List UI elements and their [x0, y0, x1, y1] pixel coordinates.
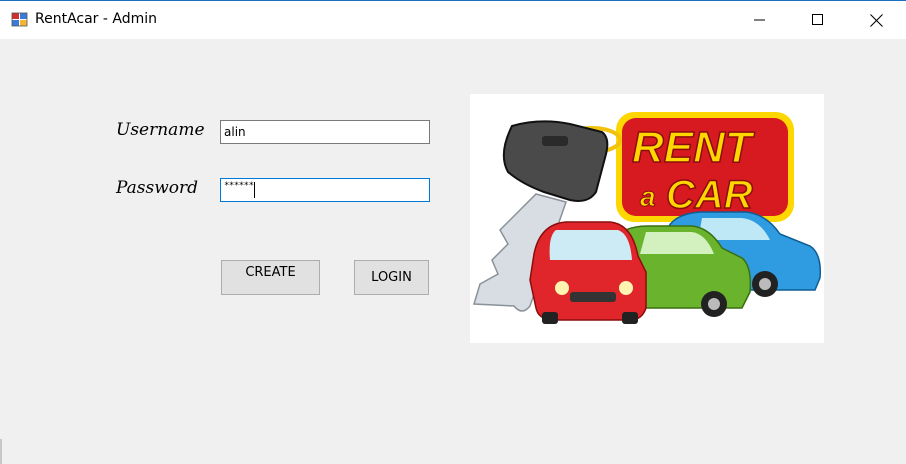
minimize-button[interactable] [731, 1, 789, 39]
red-car [529, 221, 647, 324]
minimize-icon [754, 19, 765, 21]
window-edge [0, 439, 2, 464]
maximize-icon [812, 14, 823, 25]
close-button[interactable] [847, 1, 905, 39]
password-label: Password [116, 178, 199, 198]
rent-a-car-illustration: RENT a CAR [473, 112, 822, 324]
close-icon [869, 13, 883, 27]
title-bar[interactable]: RentAcar - Admin [0, 1, 906, 39]
password-mask: ****** [224, 181, 254, 191]
logo-a-text: a [640, 181, 656, 212]
window-title: RentAcar - Admin [35, 11, 158, 27]
text-caret [254, 182, 255, 198]
logo-car-text: CAR [666, 173, 753, 217]
create-button[interactable]: CREATE [221, 260, 320, 295]
rent-a-car-sign: RENT a CAR [616, 112, 794, 222]
windows-form-icon [11, 12, 28, 27]
app-window: RentAcar - Admin Username Password *****… [0, 0, 906, 464]
rent-a-car-logo-image: RENT a CAR [470, 94, 824, 343]
username-input[interactable] [220, 120, 430, 144]
login-button[interactable]: LOGIN [354, 260, 429, 295]
maximize-button[interactable] [789, 1, 847, 39]
logo-rent-text: RENT [632, 123, 755, 172]
username-label: Username [116, 120, 205, 140]
